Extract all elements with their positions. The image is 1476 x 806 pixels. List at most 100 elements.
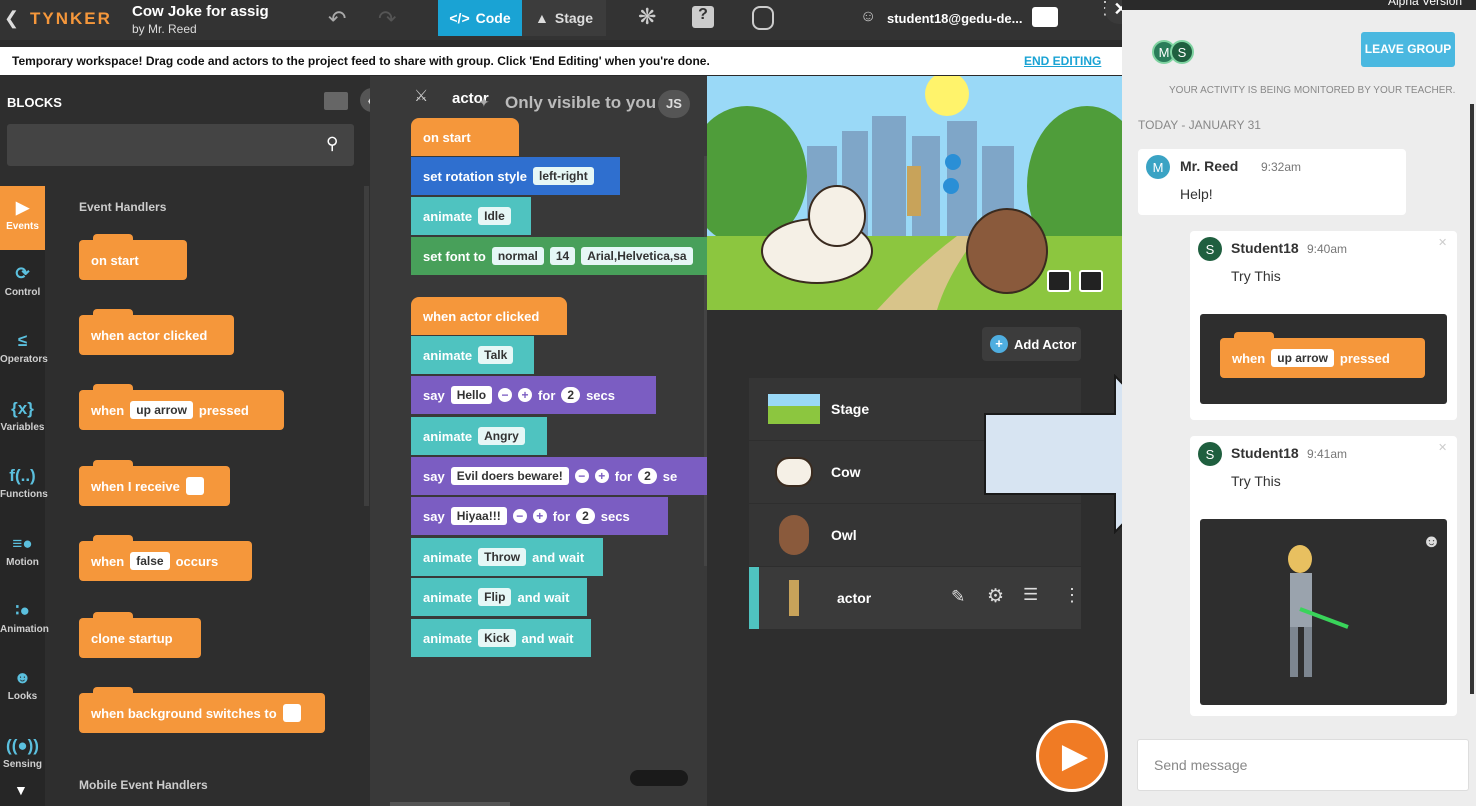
rotation-style-value[interactable]: left-right <box>533 167 594 185</box>
condition-slot[interactable]: false <box>130 552 170 570</box>
fullscreen-icon[interactable] <box>1079 270 1103 292</box>
redo-icon[interactable]: ↷ <box>378 6 396 32</box>
pencil-icon[interactable]: ✎ <box>951 587 965 607</box>
category-control[interactable]: ⟳ Control <box>0 264 45 298</box>
block-when-i-receive[interactable]: when I receive <box>79 460 230 506</box>
minus-icon[interactable]: − <box>574 469 589 483</box>
category-looks[interactable]: ☻ Looks <box>0 668 45 702</box>
dismiss-icon[interactable]: ✕ <box>1438 236 1447 249</box>
plus-icon[interactable]: + <box>532 509 547 523</box>
code-block-say-evil[interactable]: say Evil doers beware! − + for 2 se <box>411 457 707 495</box>
back-arrow-icon[interactable]: ❮ <box>4 8 19 29</box>
chat-icon[interactable] <box>1032 7 1058 27</box>
block-when-occurs[interactable]: when false occurs <box>79 535 252 581</box>
layers-icon[interactable]: ☰ <box>1023 585 1038 605</box>
code-block-animate-throw[interactable]: animate Throw and wait <box>411 538 603 576</box>
emoji-icon[interactable]: ☻ <box>1422 531 1441 552</box>
block-on-start[interactable]: on start <box>79 234 187 280</box>
animation-value[interactable]: Kick <box>478 629 516 647</box>
animation-value[interactable]: Idle <box>478 207 511 225</box>
code-block-animate-talk[interactable]: animate Talk <box>411 336 534 374</box>
font-family-value[interactable]: Arial,Helvetica,sa <box>581 247 693 265</box>
stage-view[interactable] <box>707 76 1123 310</box>
block-when-actor-clicked[interactable]: when actor clicked <box>79 309 234 355</box>
more-icon[interactable]: ⋮ <box>1063 585 1081 606</box>
category-variables[interactable]: {x} Variables <box>0 399 45 433</box>
category-bar: ▶ Events ⟳ Control ≤ Operators {x} Variables… <box>0 186 49 806</box>
plus-icon[interactable]: + <box>594 469 609 483</box>
tab-stage[interactable]: ▲ Stage <box>522 0 606 36</box>
code-block-on-start[interactable]: on start <box>411 118 519 156</box>
end-editing-link[interactable]: END EDITING <box>1024 54 1101 68</box>
say-text-value[interactable]: Hiyaa!!! <box>450 507 507 525</box>
play-button[interactable]: ▶ <box>1036 720 1108 792</box>
scrollbar[interactable] <box>364 186 369 506</box>
gear-icon[interactable]: ⚙ <box>987 585 1004 608</box>
seconds-value[interactable]: 2 <box>561 387 581 403</box>
shared-code-snippet[interactable]: when up arrow pressed <box>1200 314 1447 404</box>
tab-code[interactable]: </> Code <box>438 0 522 36</box>
font-size-value[interactable]: 14 <box>549 247 576 265</box>
grid-toggle-icon[interactable] <box>1047 270 1071 292</box>
add-actor-button[interactable]: + Add Actor <box>982 327 1081 361</box>
book-icon[interactable] <box>324 92 348 110</box>
visibility-notice: Only visible to you <box>505 93 657 112</box>
leave-group-button[interactable]: LEAVE GROUP <box>1361 32 1455 67</box>
key-dropdown[interactable]: up arrow <box>130 401 193 419</box>
block-when-key-pressed[interactable]: when up arrow pressed <box>79 384 284 430</box>
help-icon[interactable]: ? <box>692 6 714 28</box>
seconds-value[interactable]: 2 <box>576 508 595 524</box>
code-block-animate-idle[interactable]: animate Idle <box>411 197 531 235</box>
tynker-logo[interactable]: TYNKER <box>30 9 112 29</box>
category-animation[interactable]: ∶● Animation <box>0 601 49 635</box>
animation-value[interactable]: Talk <box>478 346 514 364</box>
code-block-animate-angry[interactable]: animate Angry <box>411 417 547 455</box>
search-input[interactable] <box>7 124 354 166</box>
category-operators[interactable]: ≤ Operators <box>0 331 48 365</box>
code-block-animate-kick[interactable]: animate Kick and wait <box>411 619 591 657</box>
project-title[interactable]: Cow Joke for assig <box>132 3 269 20</box>
cow-thumb <box>767 447 821 497</box>
animation-value[interactable]: Angry <box>478 427 525 445</box>
bug-icon[interactable]: ❋ <box>638 4 656 30</box>
function-icon: f(..) <box>9 466 36 485</box>
send-message-input[interactable]: Send message <box>1137 739 1469 791</box>
actor-row-actor[interactable]: actor ✎ ⚙ ☰ ⋮ <box>749 567 1081 629</box>
minus-icon[interactable]: − <box>498 388 513 402</box>
code-block-say-hello[interactable]: say Hello − + for 2 secs <box>411 376 656 414</box>
minus-icon[interactable]: − <box>512 509 527 523</box>
search-icon[interactable]: ⚲ <box>326 134 338 154</box>
say-text-value[interactable]: Evil doers beware! <box>450 467 569 485</box>
animation-value[interactable]: Throw <box>478 548 527 566</box>
backpack-icon[interactable] <box>752 6 774 30</box>
message-slot[interactable] <box>185 477 204 495</box>
dismiss-icon[interactable]: ✕ <box>1438 441 1447 454</box>
undo-icon[interactable]: ↶ <box>328 6 346 32</box>
code-block-say-hiyaa[interactable]: say Hiyaa!!! − + for 2 secs <box>411 497 668 535</box>
user-account[interactable]: student18@gedu-de... <box>887 11 1022 26</box>
author-avatar: M <box>1146 155 1170 179</box>
code-block-animate-flip[interactable]: animate Flip and wait <box>411 578 587 616</box>
chat-scrollbar[interactable] <box>1470 104 1474 694</box>
loop-icon: ⟳ <box>15 264 30 283</box>
category-sensing[interactable]: ((●)) Sensing <box>0 736 45 770</box>
category-events[interactable]: ▶ Events <box>0 186 45 250</box>
horizontal-scrollbar[interactable] <box>390 802 510 806</box>
shared-actor-snippet[interactable]: ☻ <box>1200 519 1447 705</box>
block-clone-startup[interactable]: clone startup <box>79 612 201 658</box>
author-name: Student18 <box>1231 240 1299 256</box>
block-when-background-switches[interactable]: when background switches to <box>79 687 325 733</box>
scroll-down-icon[interactable]: ▼ <box>14 782 28 798</box>
category-functions[interactable]: f(..) Functions <box>0 466 48 500</box>
background-slot[interactable] <box>282 704 301 722</box>
category-motion[interactable]: ≡● Motion <box>0 534 45 568</box>
code-block-set-font[interactable]: set font to normal 14 Arial,Helvetica,sa <box>411 237 707 275</box>
animation-value[interactable]: Flip <box>478 588 512 606</box>
font-style-value[interactable]: normal <box>491 247 544 265</box>
plus-icon[interactable]: + <box>518 388 533 402</box>
seconds-value[interactable]: 2 <box>638 468 657 484</box>
zoom-controls[interactable] <box>630 770 688 786</box>
code-block-when-actor-clicked[interactable]: when actor clicked <box>411 297 567 335</box>
code-block-set-rotation[interactable]: set rotation style left-right <box>411 157 620 195</box>
say-text-value[interactable]: Hello <box>450 386 493 404</box>
